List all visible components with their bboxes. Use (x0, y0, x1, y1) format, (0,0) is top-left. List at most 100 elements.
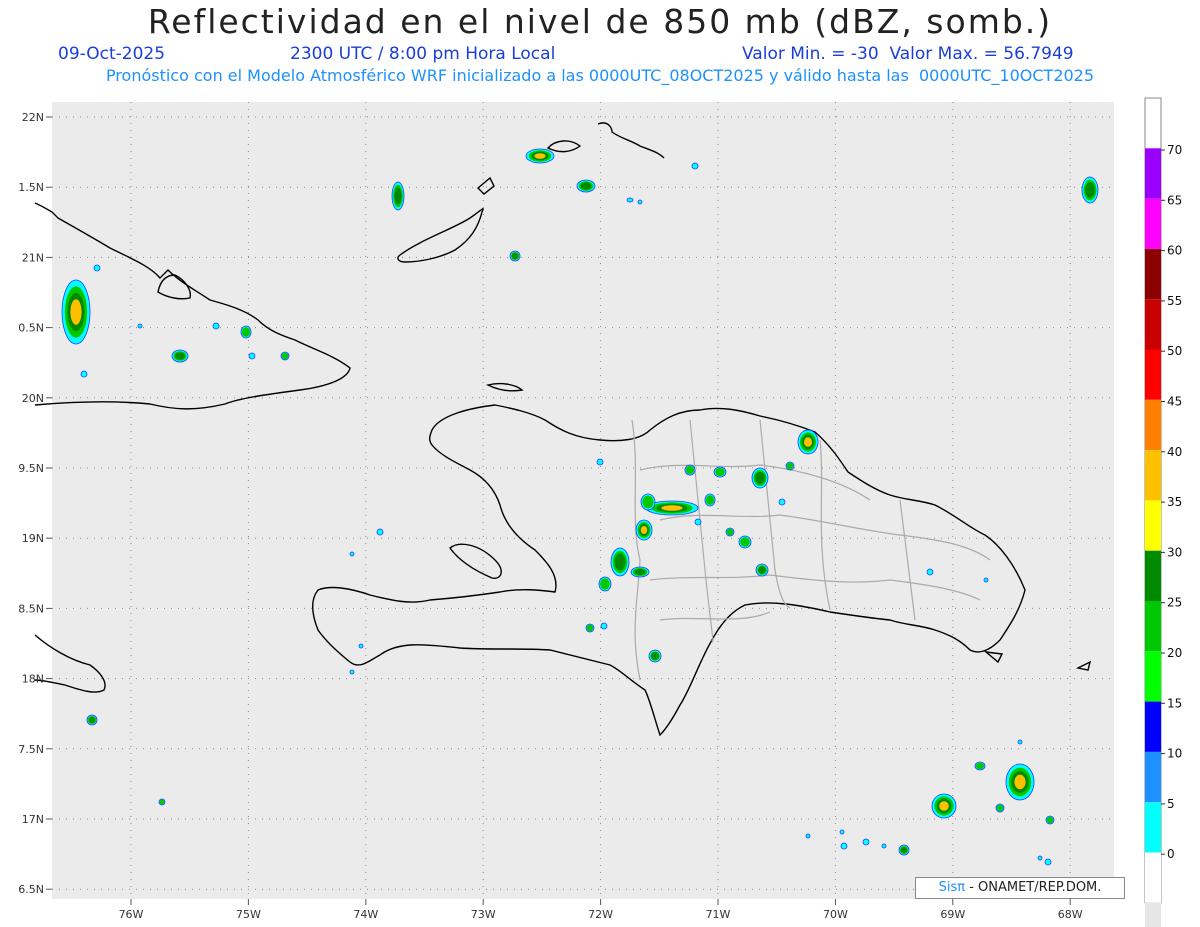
colorbar-label: 20 (1167, 646, 1182, 660)
reflectivity-cell (1005, 763, 1035, 801)
lat-label: 7.5N (18, 743, 44, 756)
reflectivity-cell (974, 761, 986, 771)
colorbar-segment (1145, 902, 1161, 927)
reflectivity-contour (586, 624, 594, 632)
colorbar-label: 55 (1167, 294, 1182, 308)
reflectivity-cell (61, 279, 91, 345)
reflectivity-contour (1044, 858, 1052, 866)
reflectivity-cell (931, 793, 957, 819)
reflectivity-contour (614, 553, 626, 571)
colorbar-segment (1145, 349, 1161, 400)
reflectivity-contour (626, 197, 634, 203)
colorbar-segment (1145, 399, 1161, 451)
colorbar-label: 15 (1167, 696, 1182, 710)
reflectivity-contour (600, 622, 608, 630)
reflectivity-contour (939, 801, 949, 811)
colorbar-label: 0 (1167, 847, 1175, 861)
reflectivity-cell (93, 264, 101, 272)
reflectivity-cell (640, 493, 656, 511)
reflectivity-contour (694, 518, 702, 526)
reflectivity-cell (862, 838, 870, 846)
reflectivity-cell (391, 181, 405, 211)
colorbar-label: 65 (1167, 193, 1182, 207)
lat-label: 21N (22, 251, 44, 264)
reflectivity-cell (684, 464, 696, 476)
reflectivity-contour (691, 162, 699, 170)
colorbar-segment (1145, 450, 1161, 501)
reflectivity-contour (640, 526, 648, 534)
reflectivity-contour (758, 566, 766, 574)
reflectivity-cell (349, 551, 355, 557)
lon-label: 75W (236, 908, 261, 921)
reflectivity-cell (983, 577, 989, 583)
reflectivity-cell (694, 518, 702, 526)
lat-label: 0.5N (18, 322, 44, 335)
lat-label: 1.5N (18, 181, 44, 194)
reflectivity-contour (159, 799, 165, 805)
reflectivity-cell (881, 843, 887, 849)
reflectivity-contour (512, 253, 518, 259)
reflectivity-contour (804, 437, 812, 447)
reflectivity-cell (626, 197, 634, 203)
reflectivity-contour (637, 199, 643, 205)
colorbar-label: 40 (1167, 445, 1182, 459)
reflectivity-cell (839, 829, 845, 835)
reflectivity-cell (1044, 858, 1052, 866)
lon-label: 73W (471, 908, 496, 921)
reflectivity-cell (610, 547, 630, 577)
colorbar-segment (1145, 852, 1161, 903)
colorbar-segment (1145, 198, 1161, 249)
reflectivity-cell (509, 250, 521, 262)
lat-label: 19N (22, 532, 44, 545)
reflectivity-contour (580, 182, 592, 190)
reflectivity-contour (394, 187, 402, 205)
reflectivity-cell (248, 352, 256, 360)
colorbar-segment (1145, 550, 1161, 601)
reflectivity-cell (704, 493, 716, 507)
reflectivity-contour (715, 468, 725, 476)
reflectivity-contour (686, 466, 694, 474)
reflectivity-cell (212, 322, 220, 330)
reflectivity-cell (1045, 815, 1055, 825)
reflectivity-contour (349, 551, 355, 557)
reflectivity-contour (596, 458, 604, 466)
reflectivity-contour (976, 762, 984, 770)
reflectivity-contour (651, 652, 659, 660)
reflectivity-contour (70, 299, 82, 325)
map-figure: 22N 1.5N 21N 0.5N 20N 9.5N 19N 8.5N 18N 7.5N 17N 6.… (18, 97, 1182, 927)
lat-label: 20N (22, 392, 44, 405)
reflectivity-cell (376, 528, 384, 536)
map-background (52, 102, 1114, 899)
colorbar-label: 70 (1167, 143, 1182, 157)
reflectivity-cell (576, 179, 596, 193)
lon-label: 76W (119, 908, 144, 921)
colorbar-segment (1145, 802, 1161, 853)
reflectivity-contour (740, 537, 750, 547)
reflectivity-cell (358, 643, 364, 649)
colorbar-label: 35 (1167, 495, 1182, 509)
colorbar-segment (1145, 701, 1161, 752)
reflectivity-contour (755, 472, 765, 484)
reflectivity-cell (755, 563, 769, 577)
reflectivity-contour (996, 804, 1004, 812)
lon-label: 71W (706, 908, 731, 921)
reflectivity-contour (89, 717, 95, 723)
reflectivity-contour (862, 838, 870, 846)
lat-label: 9.5N (18, 462, 44, 475)
reflectivity-contour (534, 153, 546, 159)
reflectivity-cell (637, 199, 643, 205)
lon-label: 72W (588, 908, 613, 921)
reflectivity-contour (634, 569, 646, 575)
reflectivity-cell (600, 622, 608, 630)
colorbar-label: 45 (1167, 395, 1182, 409)
credit-org: - ONAMET/REP.DOM. (965, 880, 1102, 895)
colorbar-label: 60 (1167, 244, 1182, 258)
colorbar-label: 30 (1167, 545, 1182, 559)
lat-label: 8.5N (18, 602, 44, 615)
colorbar-segment (1145, 500, 1161, 551)
reflectivity-contour (242, 327, 250, 337)
reflectivity-contour (248, 352, 256, 360)
reflectivity-cell (525, 148, 555, 164)
reflectivity-cell (778, 498, 786, 506)
reflectivity-cell (797, 429, 819, 455)
